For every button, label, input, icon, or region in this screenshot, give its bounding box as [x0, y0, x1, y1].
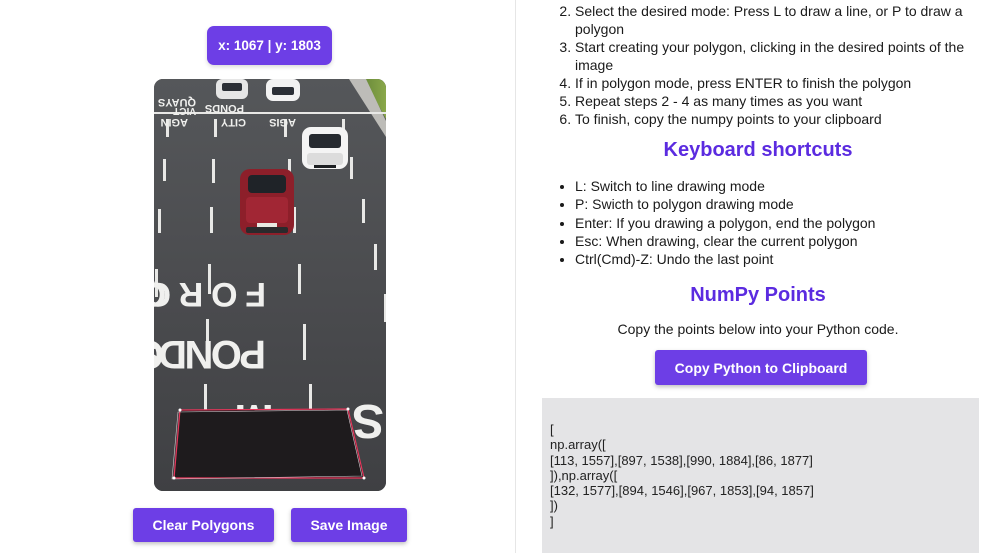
save-image-button[interactable]: Save Image — [291, 508, 407, 542]
code-line: [132, 1577],[894, 1546],[967, 1853],[94,… — [550, 483, 814, 499]
clear-polygons-button[interactable]: Clear Polygons — [133, 508, 274, 542]
list-item: Repeat steps 2 - 4 as many times as you … — [575, 92, 975, 110]
road-marking: VICT — [173, 105, 196, 116]
list-item: Enter: If you drawing a polygon, end the… — [575, 214, 875, 232]
road-marking: S — [352, 394, 384, 447]
road-marking: AGIN — [160, 116, 188, 128]
car-top-left — [216, 79, 248, 99]
car-top-right — [266, 79, 300, 101]
list-item: Select the desired mode: Press L to draw… — [575, 2, 975, 38]
code-output[interactable]: [ np.array([ [113, 1557],[897, 1538],[99… — [542, 398, 979, 553]
list-item: If in polygon mode, press ENTER to finis… — [575, 74, 975, 92]
road-image[interactable]: QUAYS VICT PONDS AGIN CITY AGIS FORCE QU… — [154, 79, 386, 491]
road-marking: CITY — [154, 332, 164, 376]
road-marking: QU — [154, 275, 166, 313]
list-item: L: Switch to line drawing mode — [575, 177, 875, 195]
road-marking: PONDS — [205, 102, 244, 114]
right-pane: Select the desired mode: Press L to draw… — [516, 0, 1000, 553]
list-item: Start creating your polygon, clicking in… — [575, 38, 975, 74]
keyboard-shortcuts-heading: Keyboard shortcuts — [663, 139, 853, 161]
code-line: ]),np.array([ — [550, 467, 618, 483]
road-marking: AGIS — [269, 116, 296, 128]
list-item: Esc: When drawing, clear the current pol… — [575, 232, 875, 250]
list-item: Ctrl(Cmd)-Z: Undo the last point — [575, 250, 875, 268]
code-line: ]) — [550, 498, 558, 514]
code-line: ] — [550, 513, 554, 529]
image-canvas[interactable]: QUAYS VICT PONDS AGIN CITY AGIS FORCE QU… — [154, 79, 386, 491]
left-pane: x: 1067 | y: 1803 QUAYS VICT PONDS AGIN … — [0, 0, 516, 553]
numpy-points-heading: NumPy Points — [690, 284, 826, 306]
copy-python-button[interactable]: Copy Python to Clipboard — [655, 350, 867, 385]
code-line: [ — [550, 422, 554, 437]
coordinate-readout: x: 1067 | y: 1803 — [207, 26, 332, 65]
code-line: [113, 1557],[897, 1538],[990, 1884],[86,… — [550, 452, 813, 468]
instructions-list: Select the desired mode: Press L to draw… — [516, 2, 975, 128]
shortcuts-list: L: Switch to line drawing mode P: Swicth… — [516, 177, 875, 268]
numpy-description: Copy the points below into your Python c… — [617, 321, 899, 337]
red-car — [240, 169, 294, 235]
white-suv — [302, 127, 348, 169]
code-line: np.array([ — [550, 437, 606, 453]
list-item: To finish, copy the numpy points to your… — [575, 110, 975, 128]
drawn-polygon[interactable] — [171, 407, 366, 480]
road-marking: CITY — [220, 116, 246, 128]
road-marking: PONDS — [154, 332, 266, 376]
list-item: P: Swicth to polygon drawing mode — [575, 195, 875, 213]
